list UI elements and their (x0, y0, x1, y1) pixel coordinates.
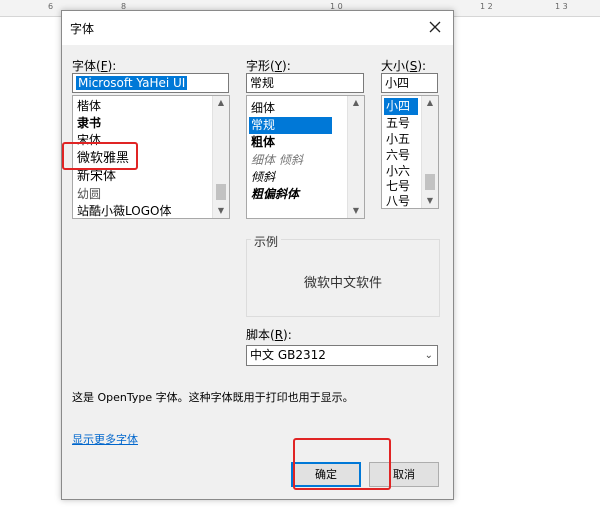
list-item[interactable]: 细体 (249, 100, 275, 117)
preview-box: 微软中文软件 (246, 239, 440, 317)
list-item-selected[interactable]: 常规 (249, 117, 332, 134)
script-value: 中文 GB2312 (250, 348, 326, 362)
font-list[interactable]: 楷体 隶书 宋体 微软雅黑 新宋体 幼圆 站酷小薇LOGO体 ▲ ▼ (72, 95, 230, 219)
list-item-selected[interactable]: 小四 (384, 98, 418, 115)
style-list[interactable]: 细体 常规 粗体 细体 倾斜 倾斜 粗偏斜体 ▲ ▼ (246, 95, 365, 219)
preview-caption: 示例 (251, 233, 282, 250)
list-item[interactable]: 粗偏斜体 (249, 186, 299, 203)
ok-button[interactable]: 确定 (291, 462, 361, 487)
scroll-thumb[interactable] (425, 174, 435, 190)
font-name-input[interactable]: Microsoft YaHei UI (72, 73, 229, 93)
style-label: 字形(Y): (246, 59, 291, 73)
script-select[interactable]: 中文 GB2312 ⌄ (246, 345, 438, 366)
scroll-down-icon[interactable]: ▼ (422, 194, 438, 208)
style-input[interactable]: 常规 (246, 73, 364, 93)
size-list-scrollbar[interactable]: ▲ ▼ (421, 96, 438, 208)
dialog-titlebar: 字体 (62, 11, 453, 45)
dialog-title: 字体 (70, 22, 95, 36)
ruler-label: 1 2 (480, 2, 493, 11)
list-item[interactable]: 五号 (384, 115, 410, 132)
font-dialog: 字体 字体(F): Microsoft YaHei UI 楷体 隶书 宋体 微软… (61, 10, 454, 500)
size-input[interactable]: 小四 (381, 73, 438, 93)
list-item[interactable]: 细体 倾斜 (249, 152, 303, 169)
cancel-button[interactable]: 取消 (369, 462, 439, 487)
list-item[interactable]: 隶书 (75, 115, 101, 132)
list-item[interactable]: 小五 (384, 131, 410, 148)
list-item[interactable]: 站酷小薇LOGO体 (75, 203, 171, 218)
list-item[interactable]: 楷体 (75, 98, 101, 115)
size-list[interactable]: 小四 五号 小五 六号 小六 七号 八号 ▲ ▼ (381, 95, 439, 209)
chevron-down-icon: ⌄ (424, 350, 433, 361)
list-item[interactable]: 倾斜 (249, 169, 275, 186)
font-list-scrollbar[interactable]: ▲ ▼ (212, 96, 229, 218)
list-item[interactable]: 宋体 (75, 132, 101, 149)
list-item[interactable]: 粗体 (249, 134, 275, 151)
script-label: 脚本(R): (246, 328, 292, 342)
scroll-down-icon[interactable]: ▼ (348, 204, 364, 218)
font-label: 字体(F): (72, 59, 117, 73)
list-item[interactable]: 六号 (384, 147, 410, 164)
close-icon[interactable] (425, 17, 445, 37)
style-list-scrollbar[interactable]: ▲ ▼ (347, 96, 364, 218)
list-item[interactable]: 幼圆 (75, 186, 101, 203)
ruler-label: 6 (48, 2, 54, 11)
preview-text: 微软中文软件 (303, 276, 382, 291)
list-item[interactable]: 新宋体 (75, 168, 116, 185)
font-name-value: Microsoft YaHei UI (76, 76, 188, 90)
scroll-down-icon[interactable]: ▼ (213, 204, 229, 218)
scroll-up-icon[interactable]: ▲ (348, 96, 364, 110)
ruler-label: 1 3 (555, 2, 568, 11)
font-info-text: 这是 OpenType 字体。这种字体既用于打印也用于显示。 (72, 391, 354, 404)
show-more-fonts-link[interactable]: 显示更多字体 (72, 431, 138, 447)
size-label: 大小(S): (381, 59, 427, 73)
list-item[interactable]: 微软雅黑 (75, 150, 129, 167)
scroll-up-icon[interactable]: ▲ (422, 96, 438, 110)
scroll-up-icon[interactable]: ▲ (213, 96, 229, 110)
list-item[interactable]: 八号 (384, 193, 410, 208)
scroll-thumb[interactable] (216, 184, 226, 200)
